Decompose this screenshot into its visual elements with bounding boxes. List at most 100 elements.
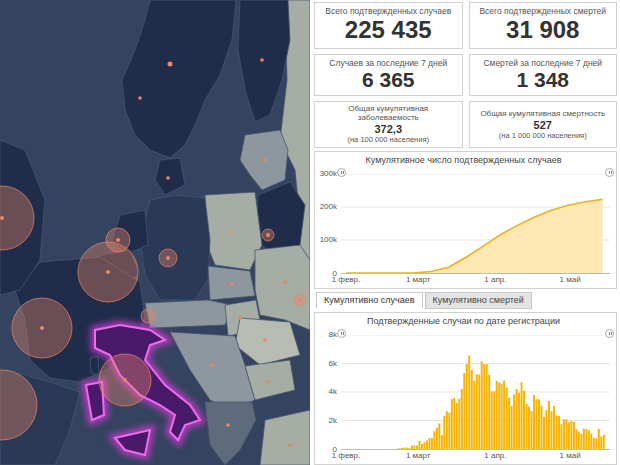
- czechia-region[interactable]: [208, 266, 255, 300]
- bar[interactable]: [580, 434, 582, 449]
- case-dot[interactable]: [0, 216, 4, 220]
- bar[interactable]: [359, 448, 361, 449]
- case-dot[interactable]: [210, 363, 214, 367]
- case-marker[interactable]: [0, 186, 34, 250]
- corsica-region[interactable]: [90, 356, 99, 375]
- baltic-region[interactable]: [240, 130, 288, 190]
- bar[interactable]: [545, 410, 547, 449]
- range-handle[interactable]: [605, 168, 614, 177]
- bar[interactable]: [575, 429, 577, 449]
- bar[interactable]: [565, 419, 567, 449]
- bar[interactable]: [428, 438, 430, 449]
- bar[interactable]: [481, 361, 483, 449]
- case-dot[interactable]: [40, 326, 44, 330]
- bar[interactable]: [406, 448, 408, 449]
- case-dot[interactable]: [266, 233, 270, 237]
- case-dot[interactable]: [226, 423, 230, 427]
- bar[interactable]: [376, 448, 378, 449]
- case-dot[interactable]: [263, 158, 267, 162]
- bar[interactable]: [396, 448, 398, 449]
- bar[interactable]: [391, 448, 393, 449]
- bar[interactable]: [560, 424, 562, 449]
- bar[interactable]: [351, 448, 353, 449]
- bar[interactable]: [401, 448, 403, 449]
- bar[interactable]: [389, 448, 391, 449]
- bar[interactable]: [371, 448, 373, 449]
- bar[interactable]: [511, 406, 513, 449]
- case-marker[interactable]: [159, 249, 177, 267]
- bar[interactable]: [386, 448, 388, 449]
- italy-highlight[interactable]: [86, 325, 200, 455]
- bar[interactable]: [468, 355, 470, 448]
- case-dot[interactable]: [263, 338, 267, 342]
- bar[interactable]: [536, 399, 538, 449]
- case-dot[interactable]: [230, 282, 234, 286]
- bar[interactable]: [456, 403, 458, 449]
- bar[interactable]: [366, 448, 368, 449]
- bar[interactable]: [541, 405, 543, 448]
- case-marker[interactable]: [141, 309, 155, 323]
- bar[interactable]: [471, 370, 473, 449]
- bar[interactable]: [583, 428, 585, 449]
- bar[interactable]: [600, 436, 602, 449]
- bar[interactable]: [533, 395, 535, 449]
- bar[interactable]: [501, 384, 503, 449]
- bar[interactable]: [451, 399, 453, 449]
- bar[interactable]: [364, 448, 366, 449]
- bar[interactable]: [411, 445, 413, 449]
- case-marker[interactable]: [262, 229, 274, 241]
- case-dot[interactable]: [260, 58, 264, 62]
- bar[interactable]: [384, 448, 386, 449]
- bar[interactable]: [461, 389, 463, 449]
- plot-area[interactable]: [341, 335, 610, 450]
- bar[interactable]: [506, 387, 508, 449]
- bar[interactable]: [518, 393, 520, 449]
- bar[interactable]: [598, 429, 600, 449]
- bar[interactable]: [526, 404, 528, 449]
- bar[interactable]: [563, 419, 565, 449]
- alps-region[interactable]: [145, 300, 232, 328]
- bar[interactable]: [531, 411, 533, 449]
- case-marker[interactable]: [0, 370, 37, 440]
- case-dot[interactable]: [166, 176, 170, 180]
- denmark-region[interactable]: [155, 158, 185, 195]
- bar[interactable]: [463, 373, 465, 449]
- bar[interactable]: [548, 401, 550, 449]
- bar[interactable]: [538, 399, 540, 449]
- case-marker[interactable]: [99, 354, 151, 406]
- bar[interactable]: [394, 448, 396, 449]
- bar[interactable]: [498, 382, 500, 449]
- bar[interactable]: [588, 430, 590, 449]
- case-dot[interactable]: [138, 96, 142, 100]
- plot-area[interactable]: [341, 174, 610, 274]
- bar[interactable]: [603, 435, 605, 449]
- bar[interactable]: [476, 374, 478, 449]
- bar[interactable]: [503, 380, 505, 448]
- bar[interactable]: [416, 445, 418, 448]
- bar[interactable]: [573, 422, 575, 449]
- bar[interactable]: [361, 448, 363, 449]
- bar[interactable]: [441, 435, 443, 449]
- bar[interactable]: [523, 391, 525, 449]
- romania-region[interactable]: [235, 318, 300, 365]
- case-marker[interactable]: [106, 228, 130, 252]
- bar[interactable]: [568, 422, 570, 449]
- bar[interactable]: [466, 364, 468, 449]
- bar[interactable]: [438, 423, 440, 449]
- bar[interactable]: [346, 448, 348, 449]
- bar[interactable]: [433, 431, 435, 449]
- bar[interactable]: [585, 429, 587, 449]
- case-dot[interactable]: [283, 280, 287, 284]
- bar[interactable]: [421, 444, 423, 449]
- bar[interactable]: [543, 417, 545, 449]
- bar[interactable]: [595, 438, 597, 449]
- case-dot[interactable]: [230, 230, 234, 234]
- bar[interactable]: [431, 438, 433, 449]
- bar[interactable]: [516, 389, 518, 449]
- bar[interactable]: [488, 375, 490, 449]
- range-handle[interactable]: [337, 168, 346, 177]
- bar[interactable]: [423, 442, 425, 449]
- bar[interactable]: [513, 394, 515, 449]
- bar[interactable]: [349, 448, 351, 449]
- bar[interactable]: [354, 448, 356, 449]
